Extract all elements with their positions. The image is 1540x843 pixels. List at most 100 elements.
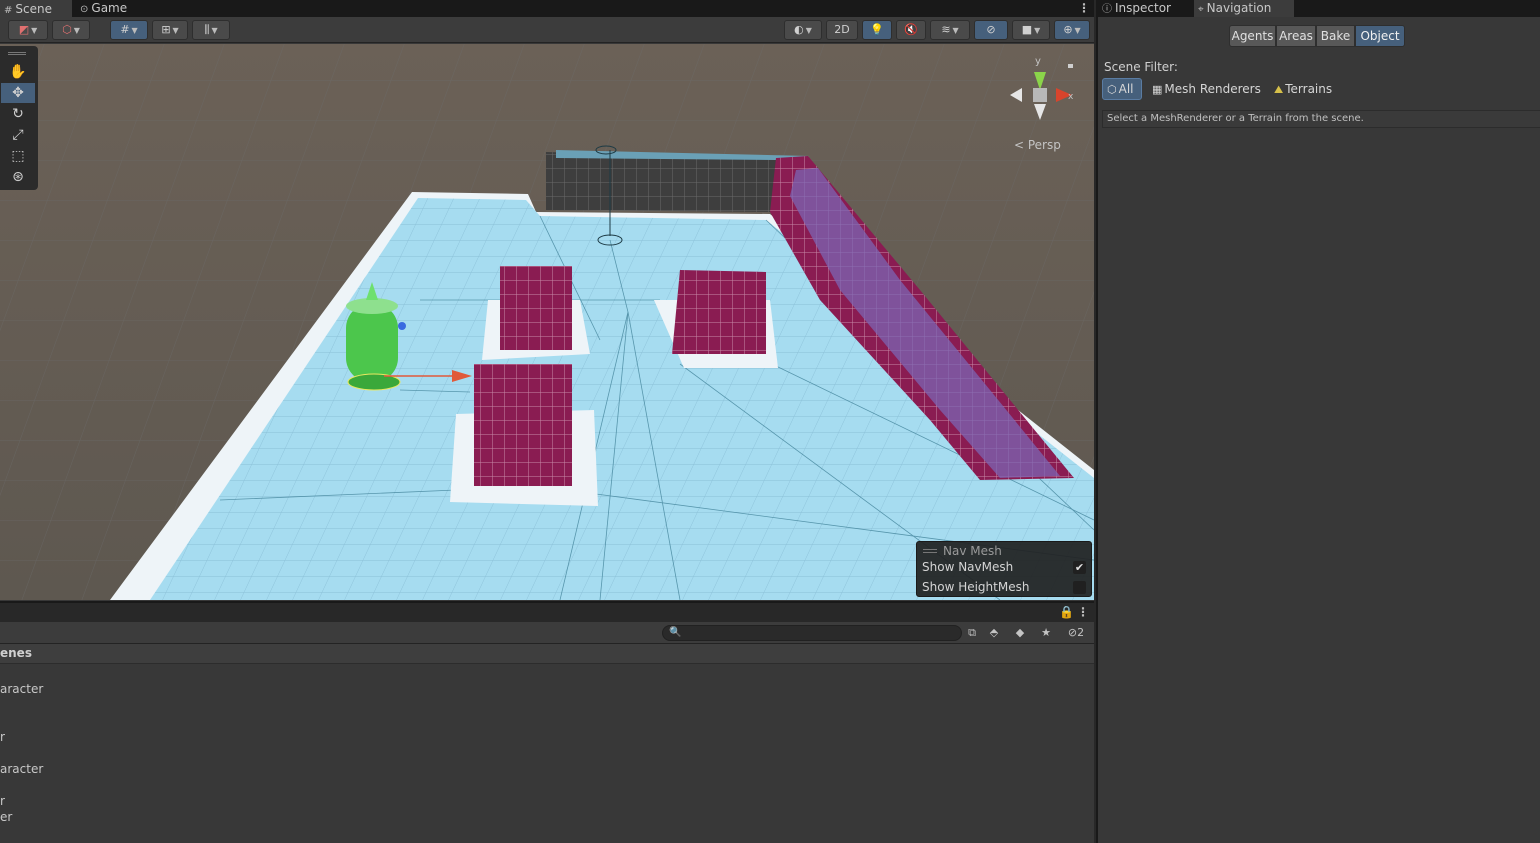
grid-icon: # — [120, 23, 130, 36]
filter-terrains-button[interactable]: ⛰ Terrains — [1270, 78, 1336, 100]
hierarchy-item[interactable]: aracter — [0, 762, 43, 776]
eye-slash-icon: ⊘ — [1067, 626, 1078, 639]
tool-palette: ✋ ✥ ↻ ⤢ ⬚ ⊛ — [0, 46, 38, 190]
draw-mode-icon: ◩ — [18, 23, 30, 36]
shading-button[interactable]: ⬡ ▼ — [52, 20, 90, 40]
search-icon: 🔍 — [669, 627, 682, 638]
hierarchy-header: 🔒 ⋮ — [0, 603, 1094, 622]
mode-agents-button[interactable]: Agents — [1229, 25, 1276, 47]
navigation-panel: ⓘ Inspector ⌖ Navigation Agents Areas Bake… — [1096, 0, 1540, 843]
gizmos-button[interactable]: ⊕ ▼ — [1054, 20, 1090, 40]
hierarchy-item[interactable]: er — [0, 810, 12, 824]
layers-icon: ≋ — [941, 23, 951, 36]
navigation-icon: ⌖ — [1198, 4, 1204, 15]
sphere-icon: ◐ — [794, 23, 804, 36]
lightbulb-icon: 💡 — [870, 23, 884, 36]
globe-icon: ⊕ — [1063, 23, 1073, 36]
ruler-icon: ⫼ — [204, 23, 210, 36]
label-tag-icon[interactable]: ◆ — [1010, 625, 1030, 641]
gamepad-icon: ⊙ — [80, 4, 89, 15]
scene-window: # Scene ⊙ Game ⋮ ◩ ▼ ⬡ ▼ # ▼ ⊞ ▼ ⫼ ▼ ◐ ▼ 2D 💡 🔇 … — [0, 0, 1094, 601]
hierarchy-search-row: 🔍 ⧉ ⬘ ◆ ★ ⊘2 — [0, 622, 1094, 644]
hierarchy-more-menu-icon[interactable]: ⋮ — [1077, 604, 1089, 621]
scene-toolbar: ◩ ▼ ⬡ ▼ # ▼ ⊞ ▼ ⫼ ▼ ◐ ▼ 2D 💡 🔇 ≋ ▼ ⊘ ■ ▼ ⊕ ▼ — [0, 17, 1094, 43]
info-icon: ⓘ — [1102, 4, 1112, 15]
hierarchy-item[interactable]: r — [0, 794, 5, 808]
show-heightmesh-checkbox[interactable] — [1073, 581, 1086, 594]
tab-navigation[interactable]: ⌖ Navigation — [1194, 0, 1294, 17]
speaker-mute-icon: 🔇 — [904, 23, 918, 36]
persp-label[interactable]: < Persp — [1014, 138, 1061, 152]
mode-bake-button[interactable]: Bake — [1316, 25, 1355, 47]
effects-button[interactable]: ≋ ▼ — [930, 20, 970, 40]
palette-grip-icon[interactable] — [8, 52, 26, 55]
filter-mesh-renderers-button[interactable]: ▦ Mesh Renderers — [1148, 78, 1265, 100]
filter-all-button[interactable]: ⬡ All — [1102, 78, 1142, 100]
toggle-2d-button[interactable]: 2D — [826, 20, 858, 40]
navmesh-overlay: Nav Mesh Show NavMesh ✔ Show HeightMesh — [916, 541, 1092, 597]
rect-tool-icon[interactable]: ⬚ — [1, 146, 35, 166]
filter-terrains-label: Terrains — [1285, 82, 1333, 96]
scale-tool-icon[interactable]: ⤢ — [1, 125, 35, 145]
scene-visibility-button[interactable]: ⊘ — [974, 20, 1008, 40]
scene-more-menu-icon[interactable]: ⋮ — [1078, 0, 1090, 17]
gizmo-y-label: y — [1035, 56, 1041, 67]
filter-by-type-icon[interactable]: ⬘ — [984, 625, 1004, 641]
lock-icon[interactable]: 🔒 — [1059, 604, 1074, 621]
tab-inspector[interactable]: ⓘ Inspector — [1098, 0, 1190, 17]
move-tool-icon[interactable]: ✥ — [1, 83, 35, 103]
tab-scene[interactable]: # Scene — [0, 0, 72, 17]
hierarchy-scenes-row[interactable]: enes — [0, 644, 1094, 664]
lighting-toggle-button[interactable]: 💡 — [862, 20, 892, 40]
show-heightmesh-label: Show HeightMesh — [922, 580, 1030, 594]
increment-snap-button[interactable]: ⫼ ▼ — [192, 20, 230, 40]
search-filter-icon[interactable]: ⧉ — [962, 625, 982, 641]
tab-game[interactable]: ⊙ Game — [76, 0, 136, 17]
cube-icon: ⬡ — [62, 23, 72, 36]
hidden-objects-toggle[interactable]: ⊘2 — [1062, 625, 1090, 641]
scene-filter-label: Scene Filter: — [1104, 60, 1178, 74]
rotate-tool-icon[interactable]: ↻ — [1, 104, 35, 124]
navmesh-overlay-title: Nav Mesh — [943, 544, 1002, 558]
hierarchy-item[interactable]: aracter — [0, 682, 43, 696]
hierarchy-search-input[interactable]: 🔍 — [662, 625, 962, 641]
snap-grid-icon: ⊞ — [161, 23, 171, 36]
filter-mesh-renderers-label: Mesh Renderers — [1164, 82, 1261, 96]
hierarchy-item[interactable]: r — [0, 730, 5, 744]
audio-toggle-button[interactable]: 🔇 — [896, 20, 926, 40]
mesh-grid-icon: ▦ — [1152, 83, 1163, 96]
check-icon: ✔ — [1074, 561, 1085, 574]
camera-button[interactable]: ■ ▼ — [1012, 20, 1050, 40]
render-mode-button[interactable]: ◐ ▼ — [784, 20, 822, 40]
filter-all-label: All — [1118, 82, 1134, 96]
scene-viewport[interactable]: y x — [0, 44, 1094, 600]
object-help-box: Select a MeshRenderer or a Terrain from … — [1102, 110, 1540, 128]
favorite-star-icon[interactable]: ★ — [1036, 625, 1056, 641]
tab-inspector-label: Inspector — [1115, 1, 1171, 15]
tab-scene-label: Scene — [15, 2, 52, 16]
right-tab-bar: ⓘ Inspector ⌖ Navigation — [1098, 0, 1540, 17]
gizmo-x-label: x — [1068, 92, 1074, 102]
draw-mode-button[interactable]: ◩ ▼ — [8, 20, 48, 40]
tab-game-label: Game — [91, 1, 128, 15]
hidden-count: 2 — [1077, 626, 1085, 639]
grid-toggle-button[interactable]: # ▼ — [110, 20, 148, 40]
back-wall — [546, 150, 810, 212]
hand-tool-icon[interactable]: ✋ — [1, 62, 35, 82]
mode-areas-button[interactable]: Areas — [1276, 25, 1316, 47]
scenes-label: enes — [0, 646, 32, 660]
transform-tool-icon[interactable]: ⊛ — [1, 167, 35, 187]
overlay-grip-icon[interactable] — [923, 549, 937, 553]
scene-render: y x — [0, 44, 1094, 600]
hierarchy-panel: 🔒 ⋮ 🔍 ⧉ ⬘ ◆ ★ ⊘2 enes aracter r aracter … — [0, 601, 1094, 843]
grid-snap-button[interactable]: ⊞ ▼ — [152, 20, 188, 40]
eye-slash-icon: ⊘ — [986, 23, 996, 36]
terrain-icon: ⛰ — [1274, 83, 1284, 96]
camera-icon: ■ — [1021, 23, 1033, 36]
show-navmesh-checkbox[interactable]: ✔ — [1073, 561, 1086, 574]
cube-icon: ⬡ — [1107, 83, 1117, 96]
scene-tab-bar: # Scene ⊙ Game ⋮ — [0, 0, 1094, 17]
show-navmesh-label: Show NavMesh — [922, 560, 1014, 574]
tab-navigation-label: Navigation — [1206, 1, 1272, 15]
mode-object-button[interactable]: Object — [1355, 25, 1405, 47]
